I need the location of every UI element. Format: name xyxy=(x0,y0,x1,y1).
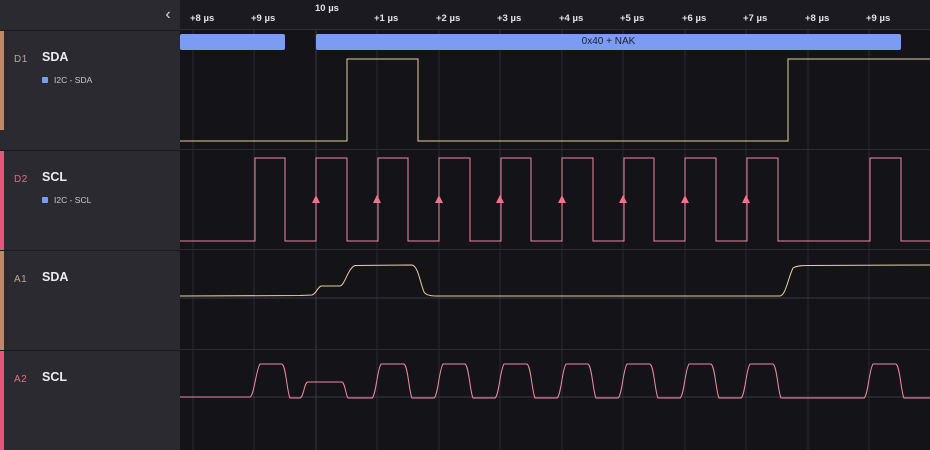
channel-color-strip xyxy=(0,151,4,250)
time-tick: +8 µs xyxy=(190,13,215,24)
d1-sda-digital-trace xyxy=(180,58,930,142)
chevron-left-icon[interactable]: ‹ xyxy=(160,6,176,24)
time-ruler[interactable]: +8 µs +9 µs 10 µs +1 µs +2 µs +3 µs +4 µ… xyxy=(180,0,930,30)
analyzer-label: I2C - SCL xyxy=(54,195,92,205)
channel-sidebar: ‹ D1 SDA I2C - SDA D2 SCL I2C - SCL A1 S… xyxy=(0,0,180,450)
channel-color-strip xyxy=(0,251,4,350)
channel-name[interactable]: SDA xyxy=(42,50,68,64)
triangle-up-icon xyxy=(558,195,566,203)
time-tick: +2 µs xyxy=(436,13,461,24)
triangle-up-icon xyxy=(496,195,504,203)
row-separators xyxy=(180,149,930,350)
time-tick: +9 µs xyxy=(866,13,891,24)
analyzer-tag[interactable]: I2C - SDA xyxy=(42,75,92,85)
channel-id: D1 xyxy=(14,54,28,65)
time-tick: +7 µs xyxy=(743,13,768,24)
time-tick-major: 10 µs xyxy=(315,3,339,14)
channel-id: A2 xyxy=(14,374,28,385)
triangle-up-icon xyxy=(435,195,443,203)
a1-sda-analog-trace xyxy=(180,264,930,297)
i2c-start-bubble[interactable] xyxy=(180,34,285,50)
analyzer-tag[interactable]: I2C - SCL xyxy=(42,195,91,205)
channel-color-strip xyxy=(0,351,4,450)
triangle-up-icon xyxy=(619,195,627,203)
time-tick: +8 µs xyxy=(805,13,830,24)
a2-scl-analog-trace xyxy=(180,363,930,399)
triangle-up-icon xyxy=(312,195,320,203)
channel-row-d2[interactable]: D2 SCL I2C - SCL xyxy=(0,150,180,250)
d2-scl-digital-trace xyxy=(180,157,930,242)
channel-id: D2 xyxy=(14,174,28,185)
channel-id: A1 xyxy=(14,274,28,285)
channel-name[interactable]: SDA xyxy=(42,270,68,284)
sidebar-header: ‹ xyxy=(0,0,180,30)
channel-row-a1[interactable]: A1 SDA xyxy=(0,250,180,350)
time-tick: +1 µs xyxy=(374,13,399,24)
triangle-up-icon xyxy=(681,195,689,203)
time-tick: +6 µs xyxy=(682,13,707,24)
channel-name[interactable]: SCL xyxy=(42,170,67,184)
analog-baselines xyxy=(180,297,930,398)
channel-row-a2[interactable]: A2 SCL xyxy=(0,350,180,450)
analyzer-label: I2C - SDA xyxy=(54,75,93,85)
waveform-canvas xyxy=(180,30,930,450)
triangle-up-icon xyxy=(742,195,750,203)
time-tick: +5 µs xyxy=(620,13,645,24)
square-icon xyxy=(42,77,48,83)
channel-color-strip xyxy=(0,31,4,130)
i2c-address-frame-bubble[interactable]: 0x40 + NAK xyxy=(316,34,901,50)
time-tick: +3 µs xyxy=(497,13,522,24)
waveform-area[interactable]: 0x40 + NAK xyxy=(180,30,930,450)
channel-name[interactable]: SCL xyxy=(42,370,67,384)
square-icon xyxy=(42,197,48,203)
channel-row-d1[interactable]: D1 SDA I2C - SDA xyxy=(0,30,180,130)
triangle-up-icon xyxy=(373,195,381,203)
time-tick: +4 µs xyxy=(559,13,584,24)
time-tick: +9 µs xyxy=(251,13,276,24)
